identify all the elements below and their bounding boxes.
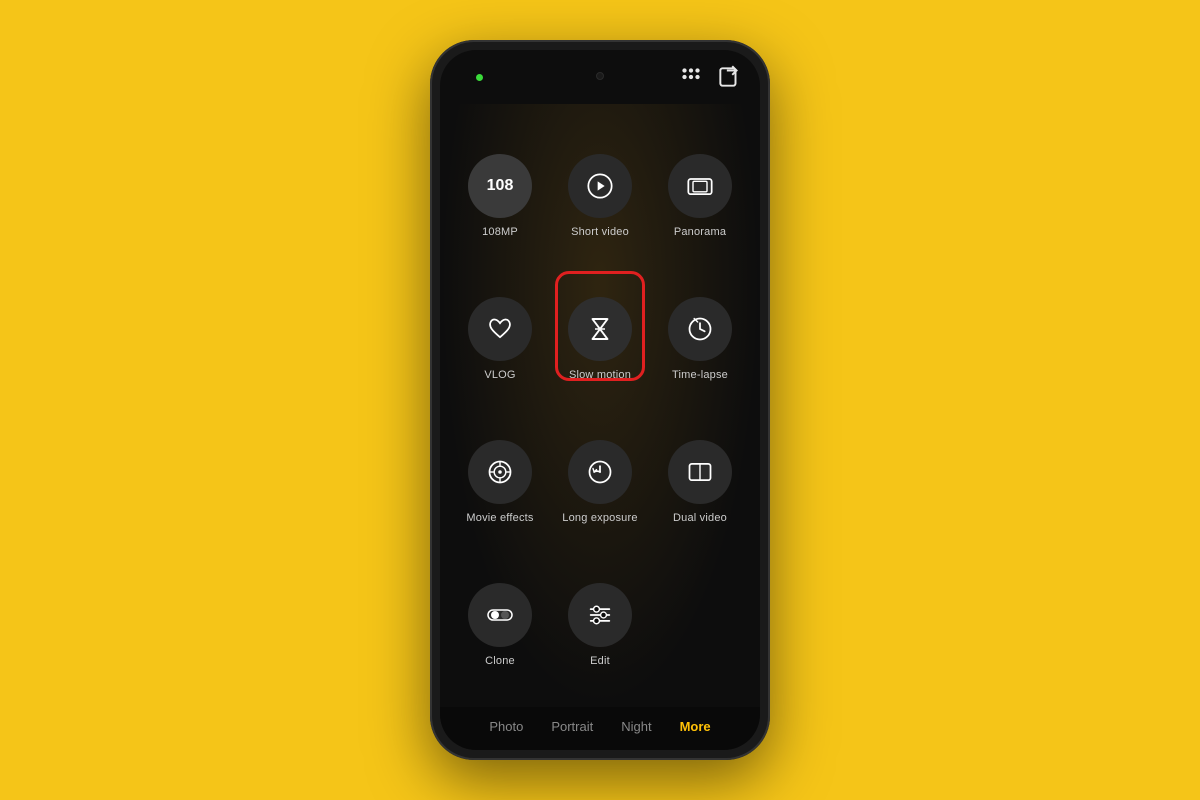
bottom-nav: Photo Portrait Night More [440,707,760,750]
mode-edit[interactable]: Edit [550,554,650,697]
vlog-label: VLOG [484,369,515,381]
clone-icon [468,583,532,647]
short-video-icon [568,154,632,218]
mode-vlog[interactable]: VLOG [450,267,550,410]
slow-motion-icon [568,297,632,361]
grid-icon[interactable] [678,64,704,96]
mode-short-video[interactable]: Short video [550,124,650,267]
108mp-label: 108MP [482,226,518,238]
status-indicator-dot [476,74,483,81]
panorama-icon [668,154,732,218]
long-exposure-label: Long exposure [562,512,637,524]
mode-108mp[interactable]: 108 108MP [450,124,550,267]
dual-video-icon [668,440,732,504]
mode-slow-motion[interactable]: Slow motion [550,267,650,410]
mode-long-exposure[interactable]: Long exposure [550,411,650,554]
mode-clone[interactable]: Clone [450,554,550,697]
time-lapse-label: Time-lapse [672,369,728,381]
time-lapse-icon [668,297,732,361]
nav-more[interactable]: More [680,719,711,734]
dual-video-label: Dual video [673,512,727,524]
slow-motion-label: Slow motion [569,369,631,381]
mode-panorama[interactable]: Panorama [650,124,750,267]
edit-label: Edit [590,655,610,667]
vlog-icon [468,297,532,361]
phone-screen: 108 108MP Short video [440,50,760,750]
mode-dual-video[interactable]: Dual video [650,411,750,554]
clone-label: Clone [485,655,515,667]
movie-effects-label: Movie effects [466,512,533,524]
movie-effects-icon [468,440,532,504]
mode-time-lapse[interactable]: Time-lapse [650,267,750,410]
empty-cell [650,554,750,697]
long-exposure-icon [568,440,632,504]
modes-grid: 108 108MP Short video [440,104,760,707]
short-video-label: Short video [571,226,629,238]
screen-content: 108 108MP Short video [440,104,760,707]
nav-night[interactable]: Night [621,719,651,734]
nav-photo[interactable]: Photo [489,719,523,734]
panorama-label: Panorama [674,226,726,238]
nav-portrait[interactable]: Portrait [551,719,593,734]
share-icon[interactable] [716,64,742,96]
108mp-icon: 108 [468,154,532,218]
mode-movie-effects[interactable]: Movie effects [450,411,550,554]
phone-device: 108 108MP Short video [430,40,770,760]
top-bar [440,50,760,104]
front-camera-dot [596,72,604,80]
edit-icon [568,583,632,647]
